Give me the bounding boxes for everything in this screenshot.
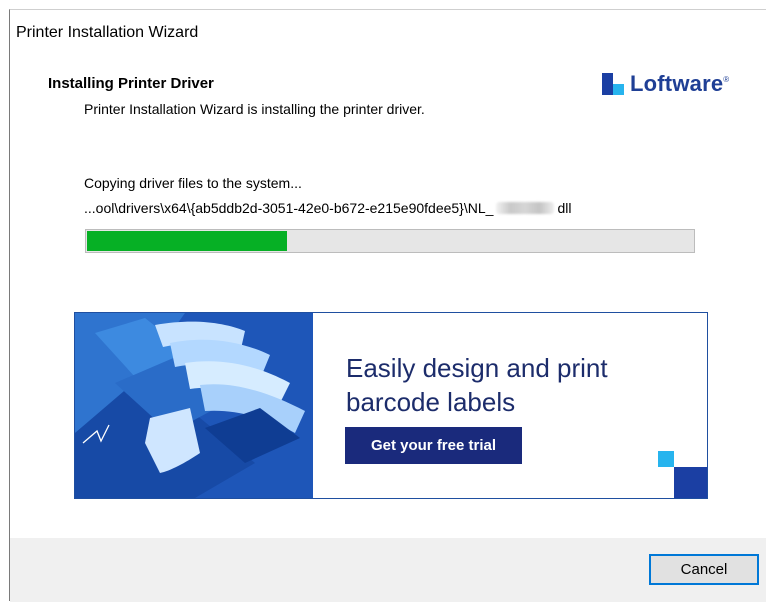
- loftware-logo-icon: [602, 73, 624, 95]
- banner-headline: Easily design and print barcode labels: [346, 353, 608, 417]
- decorative-navy-square: [674, 467, 707, 498]
- file-path-prefix: ...ool\drivers\x64\{ab5ddb2d-3051-42e0-b…: [84, 200, 494, 216]
- progress-bar: [85, 229, 695, 253]
- logo-text: Loftware: [630, 71, 724, 96]
- cancel-button[interactable]: Cancel: [649, 554, 759, 585]
- file-path-suffix: dll: [557, 200, 572, 216]
- window-title: Printer Installation Wizard: [16, 24, 199, 41]
- progress-status-text: Copying driver files to the system...: [84, 175, 302, 191]
- free-trial-button[interactable]: Get your free trial: [345, 427, 522, 464]
- current-file-path: ...ool\drivers\x64\{ab5ddb2d-3051-42e0-b…: [84, 200, 571, 216]
- label-printer-illustration: [75, 313, 313, 498]
- progress-bar-fill: [87, 231, 287, 251]
- loftware-logo: Loftware ®: [602, 71, 729, 97]
- promo-banner[interactable]: Easily design and print barcode labels G…: [74, 312, 708, 499]
- page-heading: Installing Printer Driver: [48, 75, 214, 92]
- installer-window: Printer Installation Wizard Installing P…: [9, 9, 766, 602]
- wizard-footer: Cancel: [10, 538, 766, 602]
- redacted-filename: [496, 202, 555, 214]
- page-subheading: Printer Installation Wizard is installin…: [84, 101, 425, 117]
- logo-registered-mark: ®: [723, 75, 730, 84]
- decorative-cyan-square: [658, 451, 674, 467]
